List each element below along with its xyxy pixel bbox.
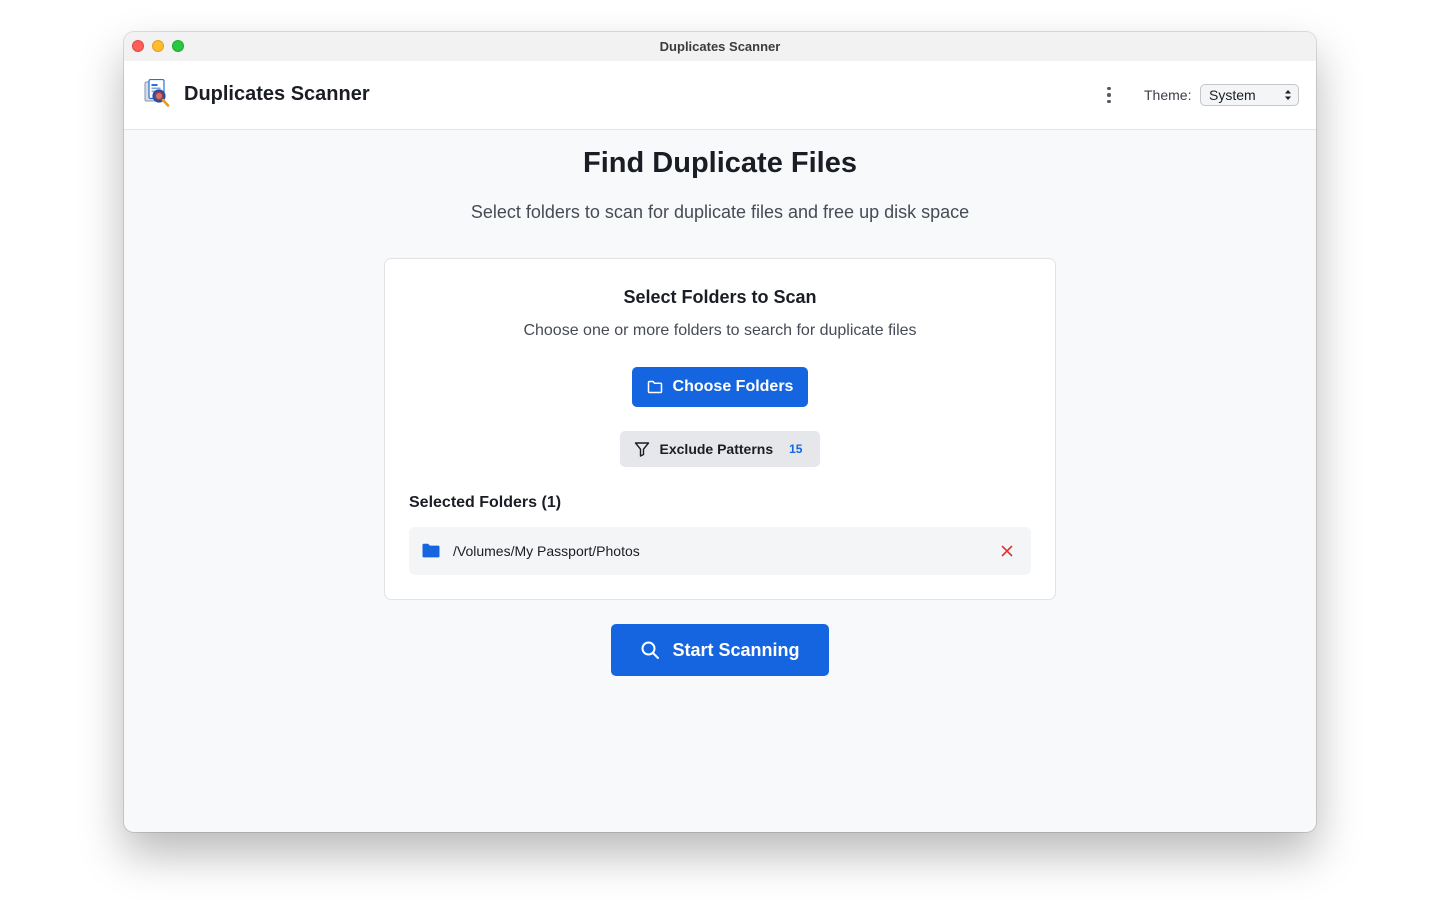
app-name: Duplicates Scanner xyxy=(184,83,370,105)
remove-folder-button[interactable] xyxy=(997,541,1017,561)
selected-folder-item: /Volumes/My Passport/Photos xyxy=(409,527,1031,575)
select-arrows-icon xyxy=(1285,90,1291,100)
window-title: Duplicates Scanner xyxy=(659,39,781,54)
start-scanning-button[interactable]: Start Scanning xyxy=(611,624,829,676)
theme-select[interactable]: System xyxy=(1200,84,1299,106)
app-header: Duplicates Scanner Theme: System xyxy=(124,61,1316,130)
card-title: Select Folders to Scan xyxy=(623,287,817,307)
card-description: Choose one or more folders to search for… xyxy=(523,322,917,339)
folder-path: /Volumes/My Passport/Photos xyxy=(453,543,640,559)
selected-folders-heading: Selected Folders (1) xyxy=(409,494,562,511)
folder-outline-icon xyxy=(647,380,662,394)
folder-filled-icon xyxy=(422,543,440,558)
choose-folders-label: Choose Folders xyxy=(672,378,794,395)
app-window: Duplicates Scanner Duplicates Scanner Th… xyxy=(124,32,1316,832)
choose-folders-button[interactable]: Choose Folders xyxy=(632,367,808,407)
duplicate-files-magnifier-icon xyxy=(144,79,170,107)
close-icon xyxy=(1001,545,1013,557)
page-title: Find Duplicate Files xyxy=(583,147,857,179)
theme-select-value: System xyxy=(1209,87,1256,103)
more-vertical-icon[interactable] xyxy=(1098,83,1120,107)
filter-icon xyxy=(634,442,649,457)
theme-label: Theme: xyxy=(1144,87,1192,103)
page-subtitle: Select folders to scan for duplicate fil… xyxy=(470,202,970,222)
search-icon xyxy=(641,641,660,659)
exclude-patterns-count-badge: 15 xyxy=(785,442,807,456)
title-bar: Duplicates Scanner xyxy=(124,32,1316,62)
folder-selection-card: Select Folders to Scan Choose one or mor… xyxy=(384,258,1056,600)
start-scanning-label: Start Scanning xyxy=(672,639,800,660)
exclude-patterns-label: Exclude Patterns xyxy=(659,441,774,457)
exclude-patterns-button[interactable]: Exclude Patterns 15 xyxy=(620,431,820,467)
